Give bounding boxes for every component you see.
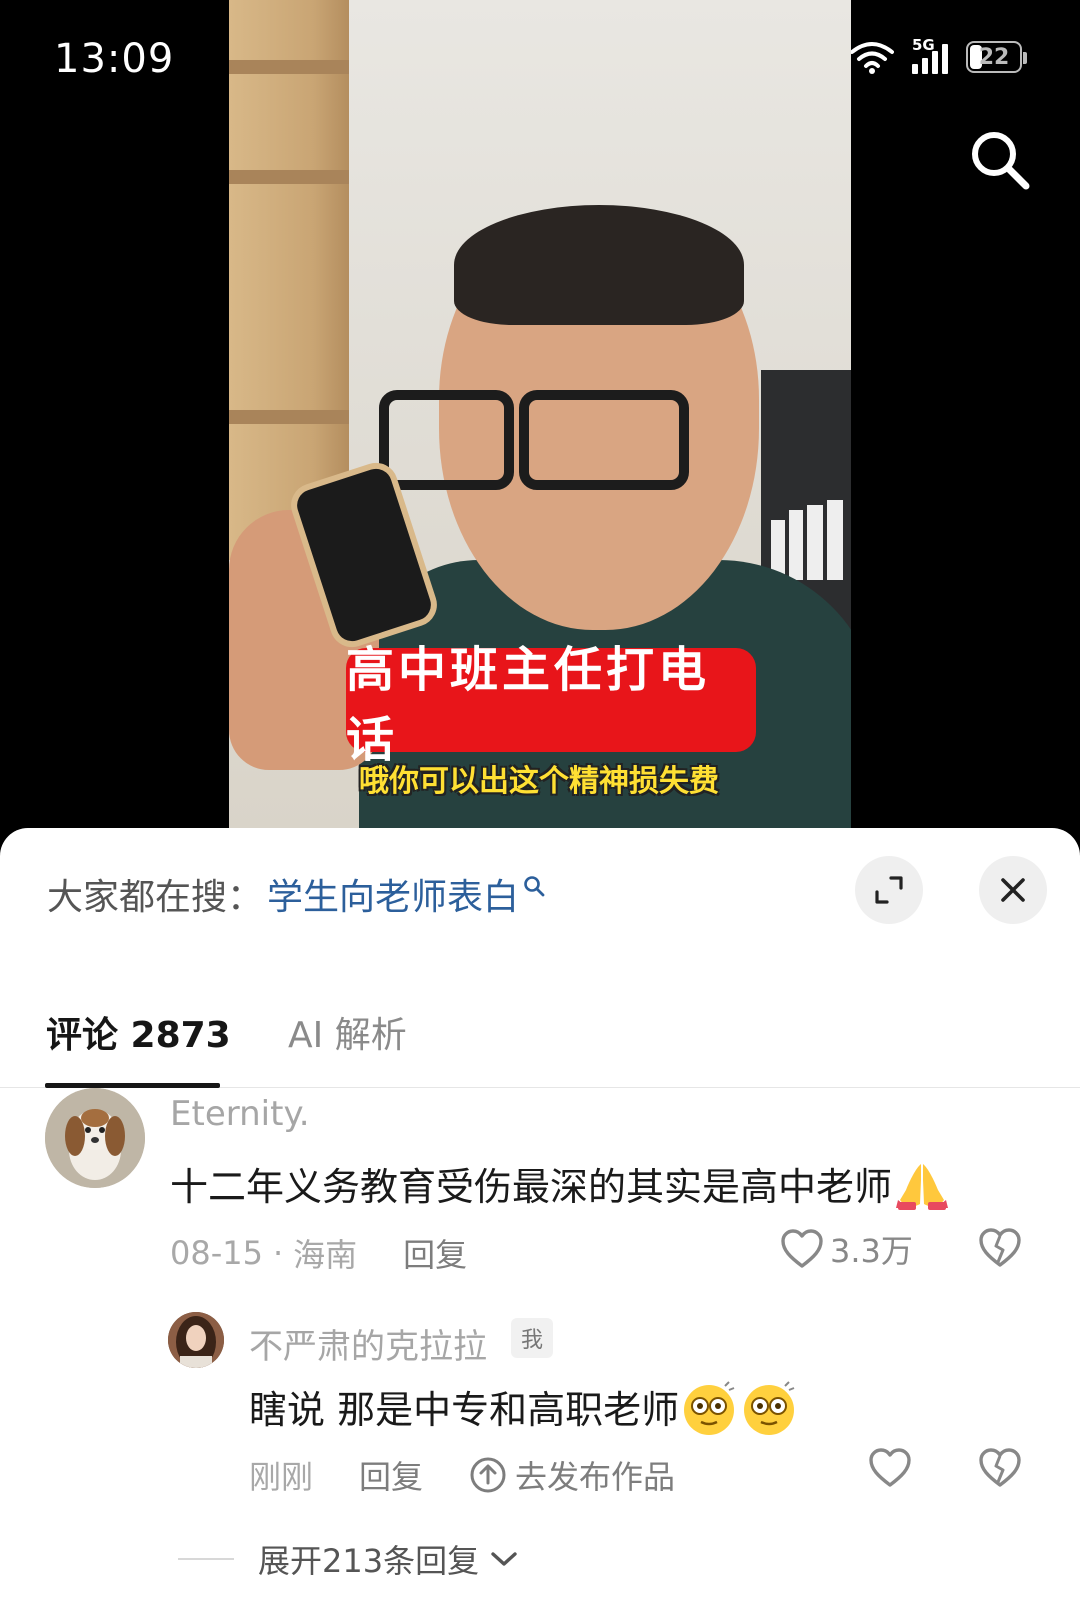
active-tab-indicator [45, 1083, 220, 1088]
like-count: 3.3万 [830, 1232, 913, 1270]
status-icons: 5G 22 [850, 36, 1027, 74]
broken-heart-icon [979, 1448, 1021, 1487]
publish-work-button[interactable]: 去发布作品 [469, 1452, 675, 1498]
comment-author[interactable]: Eternity. [170, 1094, 310, 1134]
signal-bar [932, 51, 938, 74]
heart-icon [781, 1229, 823, 1268]
battery-level: 22 [978, 44, 1010, 70]
signal-bar [942, 44, 948, 74]
video-glasses [379, 390, 514, 490]
reply-button[interactable]: 回复 [359, 1452, 423, 1498]
publish-work-label: 去发布作品 [515, 1458, 676, 1496]
video-person-hair [454, 205, 744, 325]
divider-line [178, 1558, 234, 1560]
close-button[interactable] [979, 856, 1047, 924]
reply-text-body: 瞎说 那是中专和高职老师 [249, 1388, 680, 1432]
hot-search-bar[interactable]: 大家都在搜： 学生向老师表白 [47, 868, 545, 920]
expand-button[interactable] [855, 856, 923, 924]
video-glasses [519, 390, 689, 490]
reply-time: 刚刚 [249, 1458, 314, 1496]
battery-icon: 22 [966, 41, 1027, 73]
comment-text-body: 十二年义务教育受伤最深的其实是高中老师 [170, 1165, 893, 1209]
heart-icon [869, 1448, 911, 1487]
author-badge: 我 [511, 1318, 554, 1358]
status-time: 13:09 [54, 36, 175, 82]
upload-icon [470, 1457, 506, 1493]
video-caption: 高中班主任打电话 [346, 642, 756, 768]
network-type-label: 5G [912, 36, 935, 54]
avatar[interactable] [168, 1312, 224, 1368]
comment-date: 08-15 [170, 1234, 263, 1272]
hot-search-keyword[interactable]: 学生向老师表白 [267, 868, 519, 920]
comment-meta: 08-15 · 海南 回复 [170, 1230, 467, 1276]
dislike-button[interactable] [978, 1228, 1022, 1268]
meta-separator: · [272, 1234, 284, 1272]
expand-icon [875, 876, 903, 904]
close-icon [1001, 878, 1025, 902]
comment-tabs: 评论 2873 AI 解析 [0, 968, 1080, 1088]
signal-bar [922, 58, 928, 74]
dazed-face-emoji-icon [681, 1380, 801, 1445]
expand-replies-label: 展开213条回复 [258, 1542, 480, 1580]
video-player[interactable]: 高中班主任打电话 哦你可以出这个精神损失费 [229, 0, 851, 830]
signal-bar [912, 64, 918, 74]
like-button[interactable] [868, 1448, 912, 1488]
reply-text: 瞎说 那是中专和高职老师 [249, 1379, 801, 1445]
avatar[interactable] [45, 1088, 145, 1188]
reply-button[interactable]: 回复 [403, 1230, 467, 1276]
hot-search-label: 大家都在搜： [47, 877, 264, 918]
search-icon [523, 865, 545, 906]
broken-heart-icon [979, 1228, 1021, 1267]
pray-emoji-icon [894, 1160, 950, 1219]
reply-author[interactable]: 不严肃的克拉拉 [249, 1319, 487, 1368]
comment-sheet: 大家都在搜： 学生向老师表白 评论 2873 AI 解析 Eternity. 十… [0, 828, 1080, 1620]
expand-replies-button[interactable]: 展开213条回复 [178, 1536, 521, 1582]
like-button[interactable]: 3.3万 [780, 1226, 913, 1272]
dislike-button[interactable] [978, 1448, 1022, 1488]
tab-ai-analysis[interactable]: AI 解析 [288, 1006, 407, 1058]
comment-text: 十二年义务教育受伤最深的其实是高中老师 [170, 1156, 950, 1219]
video-subtitle: 哦你可以出这个精神损失费 [359, 764, 719, 799]
wifi-icon [850, 40, 894, 74]
cellular-signal-icon: 5G [912, 36, 948, 74]
search-icon[interactable] [968, 128, 1032, 192]
comment-location: 海南 [293, 1236, 358, 1274]
tab-comments[interactable]: 评论 2873 [46, 1006, 231, 1058]
chevron-down-icon [491, 1552, 517, 1566]
reply-meta: 刚刚 回复 去发布作品 [249, 1452, 675, 1498]
